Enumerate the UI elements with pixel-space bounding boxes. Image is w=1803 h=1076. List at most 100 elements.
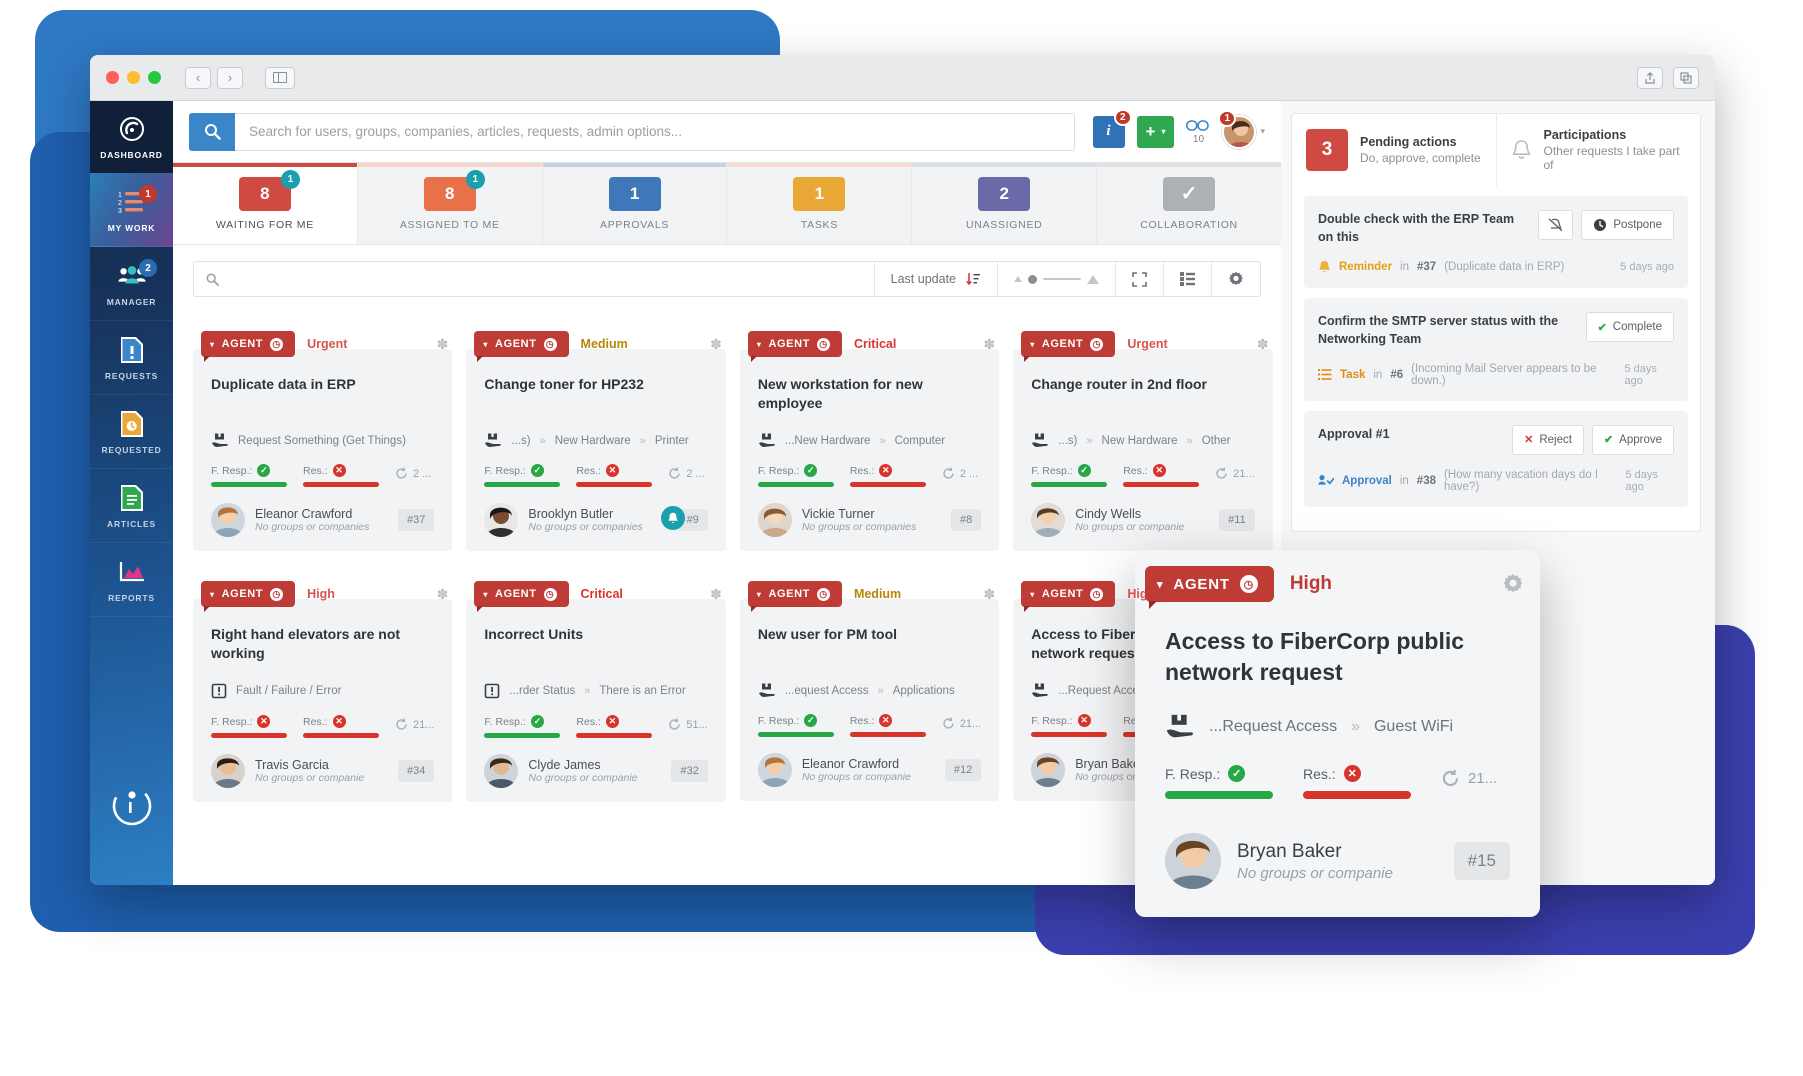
card-title: Duplicate data in ERP: [211, 376, 356, 392]
sidebar-item-dashboard[interactable]: DASHBOARD: [90, 101, 173, 173]
sidebar-toggle-button[interactable]: [265, 66, 295, 89]
search-icon[interactable]: [189, 112, 235, 151]
close-window-button[interactable]: [106, 71, 119, 84]
request-card[interactable]: ▾ AGENT ◷ Urgent ✽ Change router in 2nd …: [1013, 317, 1273, 551]
card-body: Right hand elevators are not working Fau…: [193, 599, 453, 802]
card-title: Incorrect Units: [484, 626, 584, 642]
search-input[interactable]: [235, 112, 1075, 151]
back-button[interactable]: ‹: [185, 66, 211, 89]
complete-button[interactable]: ✔ Complete: [1585, 312, 1674, 343]
first-response-sla: F. Resp.: ✓: [1165, 765, 1273, 800]
slider-handle[interactable]: [1028, 274, 1037, 284]
gear-icon[interactable]: ✽: [1257, 336, 1273, 353]
sidebar-item-reports[interactable]: REPORTS: [90, 543, 173, 617]
pending-action-item[interactable]: Approval #1 ✕ Reject ✔ Approve Approval …: [1304, 410, 1688, 507]
agent-tag[interactable]: ▾ AGENT ◷: [1021, 331, 1116, 362]
info-button-wrapper[interactable]: i 2: [1092, 108, 1132, 148]
reject-button[interactable]: ✕ Reject: [1512, 424, 1584, 455]
breadcrumb-separator: »: [1351, 717, 1360, 735]
action-kind: Task: [1340, 368, 1366, 381]
agent-tag[interactable]: ▾ AGENT ◷: [747, 331, 842, 362]
tab-participations[interactable]: Participations Other requests I take par…: [1495, 114, 1700, 186]
category-segment: New Hardware: [554, 434, 631, 447]
gear-icon[interactable]: ✽: [710, 586, 726, 603]
filter-search-input[interactable]: [227, 262, 862, 296]
pending-action-item[interactable]: Confirm the SMTP server status with the …: [1304, 298, 1688, 401]
tab-unassigned[interactable]: 2 UNASSIGNED: [912, 163, 1098, 244]
clock-icon: ◷: [543, 587, 557, 601]
tab-approvals[interactable]: 1 APPROVALS: [542, 163, 728, 244]
tab-label-tasks: TASKS: [800, 218, 838, 231]
chat-count: 10: [1192, 133, 1205, 145]
add-button[interactable]: + ▾: [1136, 115, 1175, 148]
fullscreen-button[interactable]: [1116, 262, 1164, 296]
sidebar-item-requested[interactable]: REQUESTED: [90, 395, 173, 469]
agent-tag[interactable]: ▾ AGENT ◷: [747, 581, 842, 612]
fault-icon: [211, 683, 227, 699]
sidebar-item-requests[interactable]: REQUESTS: [90, 321, 173, 395]
gear-icon[interactable]: ✽: [983, 586, 999, 603]
card-user: Cindy Wells No groups or companie: [1075, 507, 1209, 533]
tab-tasks[interactable]: 1 TASKS: [727, 163, 913, 244]
tab-pending-actions[interactable]: 3 Pending actions Do, approve, complete: [1292, 114, 1496, 186]
tab-collaboration[interactable]: ✓ COLLABORATION: [1097, 163, 1281, 244]
card-footer: Clyde James No groups or companie #32: [484, 738, 708, 788]
request-card[interactable]: ▾ AGENT ◷ Medium ✽ Change toner for HP23…: [466, 317, 726, 551]
card-size-slider[interactable]: [998, 262, 1116, 296]
forward-button[interactable]: ›: [217, 66, 243, 89]
request-card[interactable]: ▾ AGENT ◷ Critical ✽ Incorrect Units ...…: [466, 567, 726, 802]
avatar-badge: 1: [1218, 109, 1237, 127]
request-card[interactable]: ▾ AGENT ◷ High ✽ Right hand elevators ar…: [193, 567, 453, 802]
approve-button[interactable]: ✔ Approve: [1591, 424, 1674, 455]
gear-icon[interactable]: [1502, 573, 1540, 595]
agent-tag[interactable]: ▾ AGENT ◷: [474, 581, 569, 612]
request-icon: [1032, 433, 1048, 447]
sidebar-item-manager[interactable]: 2 MANAGER: [90, 247, 173, 321]
agent-tag[interactable]: ▾ AGENT ◷: [1145, 566, 1274, 609]
card-category: ...New Hardware » Computer: [758, 433, 981, 448]
reopen-text: 21...: [413, 718, 435, 731]
gear-icon[interactable]: ✽: [710, 336, 726, 353]
agent-tag[interactable]: ▾ AGENT ◷: [474, 331, 569, 362]
tab-assigned-to-me[interactable]: 8 1 ASSIGNED TO ME: [357, 163, 543, 244]
mute-button[interactable]: [1538, 210, 1574, 240]
screenshot-stage: ‹ › DASHBOARD 1 1 2 3 MY WORK 2 MANAGER …: [0, 0, 1803, 1076]
chevron-down-icon: ▾: [756, 589, 762, 599]
request-card[interactable]: ▾ AGENT ◷ Medium ✽ New user for PM tool: [739, 567, 1000, 802]
reopen-text: 2 ...: [959, 467, 979, 480]
gear-icon[interactable]: ✽: [437, 586, 453, 603]
agent-tag[interactable]: ▾ AGENT ◷: [201, 331, 296, 362]
agent-tag-label: AGENT: [1041, 338, 1084, 350]
minimize-window-button[interactable]: [127, 71, 140, 84]
reopen-count: 2 ...: [395, 467, 431, 480]
postpone-button[interactable]: Postpone: [1581, 210, 1674, 240]
chevron-down-icon: ▾: [483, 339, 489, 349]
agent-tag[interactable]: ▾ AGENT ◷: [201, 581, 296, 612]
tab-top-accent: [357, 163, 542, 167]
list-view-button[interactable]: [1164, 262, 1212, 296]
card-sla: F. Resp.: ✓ Res.: ✕: [484, 715, 708, 738]
pending-action-item[interactable]: Double check with the ERP Team on this P…: [1304, 196, 1688, 289]
maximize-window-button[interactable]: [148, 71, 161, 84]
copy-icon[interactable]: [1673, 66, 1699, 89]
reopen-text: 2 ...: [686, 467, 705, 480]
window-controls[interactable]: [106, 71, 161, 84]
slider-track[interactable]: [1043, 277, 1081, 281]
browser-navigation[interactable]: ‹ ›: [185, 66, 243, 89]
request-card[interactable]: ▾ AGENT ◷ Critical ✽ New workstation for…: [739, 317, 1000, 551]
tab-waiting-for-me[interactable]: 8 1 WAITING FOR ME: [173, 163, 358, 244]
gear-icon[interactable]: ✽: [437, 336, 453, 353]
resolution-sla: Res.: ✕: [1123, 464, 1200, 487]
gear-icon[interactable]: ✽: [983, 336, 999, 353]
user-menu[interactable]: 1 ▾: [1218, 109, 1265, 149]
chat-button[interactable]: 10: [1186, 119, 1210, 145]
sidebar-item-my-work[interactable]: 1 1 2 3 MY WORK: [90, 173, 173, 247]
sort-control[interactable]: Last update: [875, 262, 998, 296]
sidebar-item-articles[interactable]: ARTICLES: [90, 469, 173, 543]
settings-button[interactable]: [1212, 262, 1260, 296]
request-card[interactable]: ▾ AGENT ◷ Urgent ✽ Duplicate data in ERP: [193, 317, 453, 551]
ticket-id: #15: [1453, 842, 1510, 881]
agent-tag[interactable]: ▾ AGENT ◷: [1021, 581, 1116, 612]
share-icon[interactable]: [1637, 66, 1663, 89]
gear-icon: [1229, 271, 1243, 285]
